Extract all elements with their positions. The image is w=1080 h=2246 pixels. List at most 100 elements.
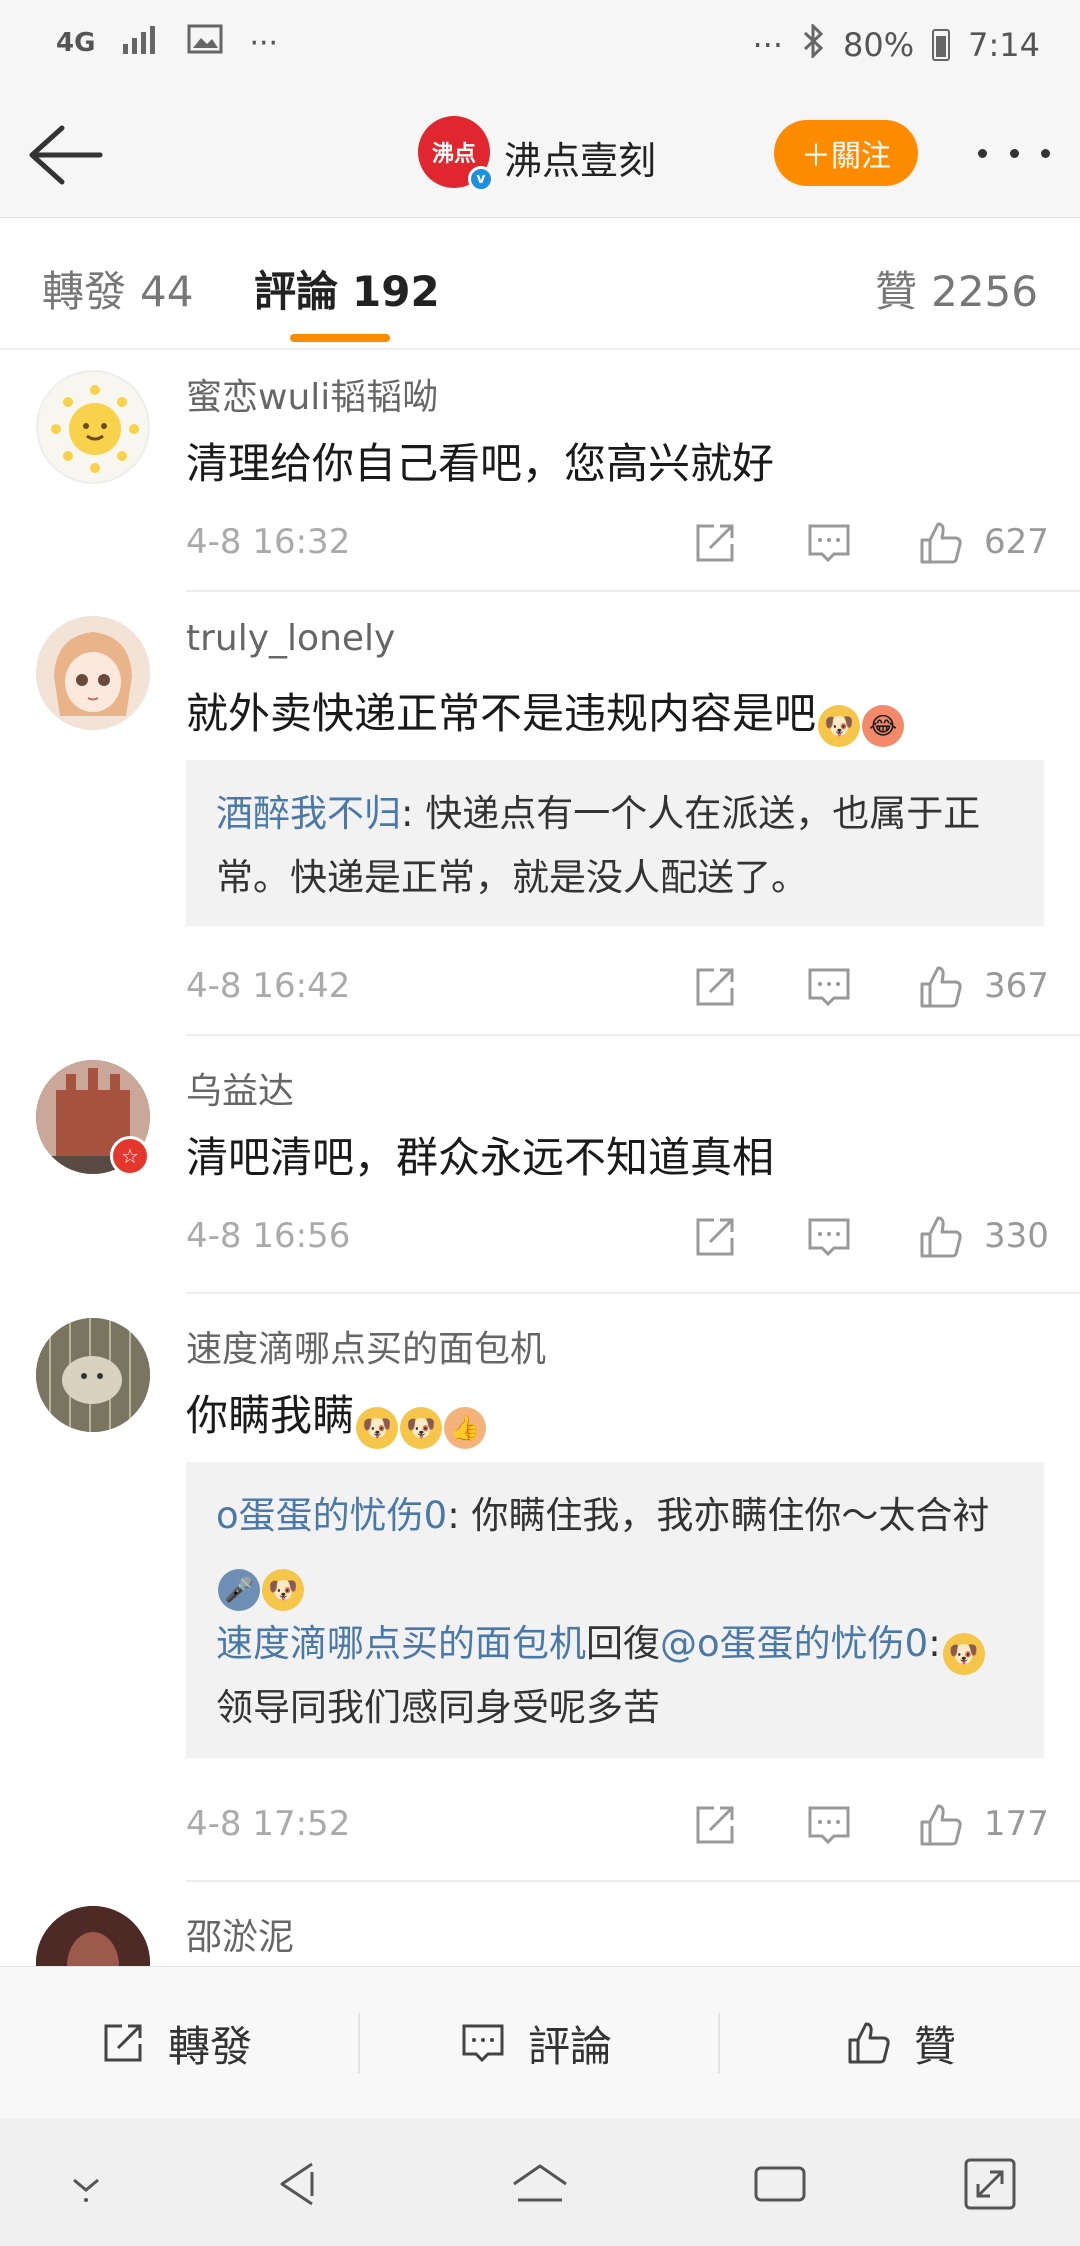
back-nav-icon[interactable] bbox=[270, 2154, 330, 2214]
comment-text: 你瞒我瞒 🐶 🐶 👍 bbox=[186, 1382, 487, 1449]
repost-button[interactable]: 轉發 bbox=[98, 2011, 252, 2075]
share-icon[interactable] bbox=[690, 518, 740, 568]
divider bbox=[186, 1034, 1080, 1036]
tab-count: 192 bbox=[352, 267, 440, 316]
quoted-username[interactable]: 酒醉我不归 bbox=[216, 792, 401, 835]
doge-emoji-icon: 🐶 bbox=[356, 1407, 399, 1449]
comment-actions: 177 bbox=[690, 1800, 1049, 1850]
quoted-reply[interactable]: 酒醉我不归: 快递点有一个人在派送，也属于正常。快递是正常，就是没人配送了。 bbox=[186, 760, 1044, 926]
tab-label: 贊 bbox=[875, 267, 918, 316]
reply-icon[interactable] bbox=[804, 518, 854, 568]
verified-icon: v bbox=[468, 166, 494, 192]
reply-icon[interactable] bbox=[804, 1800, 854, 1850]
separator bbox=[718, 2013, 720, 2073]
like-icon[interactable] bbox=[916, 1212, 966, 1262]
share-icon[interactable] bbox=[690, 1800, 740, 1850]
quoted-text: : 你瞒住我，我亦瞒住你～太合衬 bbox=[447, 1494, 990, 1537]
share-icon[interactable] bbox=[690, 1212, 740, 1262]
network-indicator: 4G bbox=[56, 28, 96, 58]
like-count: 330 bbox=[984, 1216, 1049, 1256]
clock: 7:14 bbox=[968, 26, 1040, 64]
comment-time: 4-8 17:52 bbox=[186, 1804, 351, 1844]
like-button[interactable]: 贊 bbox=[844, 2011, 956, 2075]
thumbs-up-emoji-icon: 👍 bbox=[444, 1407, 487, 1449]
avatar[interactable] bbox=[36, 1318, 150, 1432]
avatar[interactable] bbox=[36, 1906, 150, 1966]
hide-keyboard-icon[interactable] bbox=[56, 2154, 116, 2214]
tab-label: 評論 bbox=[254, 267, 339, 316]
avatar[interactable] bbox=[36, 616, 150, 730]
sun-avatar-icon bbox=[51, 385, 139, 473]
avatar[interactable] bbox=[36, 370, 150, 484]
doge-emoji-icon: 🐶 bbox=[942, 1633, 985, 1675]
separator bbox=[358, 2013, 360, 2073]
comment-list[interactable]: 蜜恋wuli韬韬呦 清理给你自己看吧，您高兴就好 4-8 16:32 627 t… bbox=[0, 352, 1080, 1966]
tab-comments[interactable]: 評論 192 bbox=[254, 258, 440, 319]
tab-count: 44 bbox=[140, 267, 194, 316]
comment-text: 清吧清吧，群众永远不知道真相 bbox=[186, 1133, 775, 1182]
comment-username[interactable]: 速度滴哪点买的面包机 bbox=[186, 1320, 546, 1372]
top-nav-bar: 沸点 v 沸点壹刻 ＋關注 bbox=[0, 92, 1080, 218]
reply-mention[interactable]: @o蛋蛋的忧伤0 bbox=[660, 1622, 928, 1665]
comment-actions: 627 bbox=[690, 518, 1049, 568]
cat-photo-avatar-icon bbox=[36, 1318, 150, 1432]
like-icon[interactable] bbox=[916, 962, 966, 1012]
battery-icon bbox=[932, 29, 951, 61]
account-avatar[interactable]: 沸点 v bbox=[418, 116, 494, 192]
comment-username[interactable]: 蜜恋wuli韬韬呦 bbox=[186, 368, 438, 420]
status-more: ··· bbox=[752, 26, 784, 64]
share-icon bbox=[104, 2024, 142, 2062]
quoted-username[interactable]: o蛋蛋的忧伤0 bbox=[216, 1494, 447, 1537]
account-avatar-text: 沸点 bbox=[431, 142, 476, 167]
gallery-icon bbox=[187, 24, 223, 62]
more-dot-icon bbox=[978, 148, 987, 158]
tab-repost[interactable]: 轉發 44 bbox=[42, 258, 193, 319]
comment-time: 4-8 16:32 bbox=[186, 522, 351, 562]
comment-button[interactable]: 評論 bbox=[458, 2011, 612, 2075]
status-bar: 4G ··· ··· 80% 7:14 bbox=[0, 0, 1080, 92]
recent-apps-icon[interactable] bbox=[750, 2154, 810, 2214]
account-name[interactable]: 沸点壹刻 bbox=[504, 130, 656, 185]
like-icon[interactable] bbox=[916, 518, 966, 568]
flower-photo-avatar-icon bbox=[36, 1906, 150, 1966]
comment-time: 4-8 16:56 bbox=[186, 1216, 351, 1256]
bottom-action-bar: 轉發 評論 贊 bbox=[0, 1966, 1080, 2118]
divider bbox=[186, 1880, 1080, 1882]
comment-username[interactable]: 邵淤泥 bbox=[186, 1908, 294, 1960]
comment-actions: 330 bbox=[690, 1212, 1049, 1262]
more-dot-icon bbox=[1041, 148, 1050, 158]
anime-avatar-icon bbox=[36, 616, 150, 730]
reply-text: 领导同我们感同身受呢多苦 bbox=[216, 1686, 660, 1729]
battery-percent: 80% bbox=[843, 26, 915, 64]
divider bbox=[186, 1292, 1080, 1294]
quoted-reply[interactable]: o蛋蛋的忧伤0: 你瞒住我，我亦瞒住你～太合衬🎤 🐶 速度滴哪点买的面包机回復@o… bbox=[186, 1462, 1044, 1758]
divider bbox=[186, 590, 1080, 592]
user-badge-icon: ☆ bbox=[110, 1136, 150, 1176]
comment-text-content: 你瞒我瞒 bbox=[186, 1391, 355, 1440]
tab-likes[interactable]: 贊 2256 bbox=[875, 258, 1038, 319]
comment-label: 評論 bbox=[528, 2021, 613, 2071]
like-count: 177 bbox=[984, 1804, 1049, 1844]
share-icon[interactable] bbox=[690, 962, 740, 1012]
more-notifications: ··· bbox=[249, 25, 279, 61]
reply-icon[interactable] bbox=[804, 962, 854, 1012]
signal-icon bbox=[121, 24, 161, 62]
reply-icon[interactable] bbox=[804, 1212, 854, 1262]
comment-icon bbox=[462, 2024, 504, 2063]
like-count: 627 bbox=[984, 522, 1049, 562]
tab-count: 2256 bbox=[931, 267, 1038, 316]
tab-bar: 轉發 44 評論 192 贊 2256 bbox=[0, 218, 1080, 350]
more-dot-icon bbox=[1009, 148, 1019, 158]
like-icon[interactable] bbox=[916, 1800, 966, 1850]
follow-button[interactable]: ＋關注 bbox=[774, 120, 918, 186]
back-arrow-icon bbox=[29, 125, 103, 185]
doge-emoji-icon: 🐶 bbox=[400, 1407, 443, 1449]
more-options-button[interactable] bbox=[978, 138, 1050, 168]
comment-username[interactable]: truly_lonely bbox=[186, 618, 395, 659]
expand-icon[interactable] bbox=[960, 2154, 1020, 2214]
home-nav-icon[interactable] bbox=[510, 2154, 570, 2214]
comment-username[interactable]: 乌益达 bbox=[186, 1062, 294, 1114]
reply-username[interactable]: 速度滴哪点买的面包机 bbox=[216, 1622, 586, 1665]
back-button[interactable] bbox=[26, 120, 106, 190]
like-count: 367 bbox=[984, 966, 1049, 1006]
